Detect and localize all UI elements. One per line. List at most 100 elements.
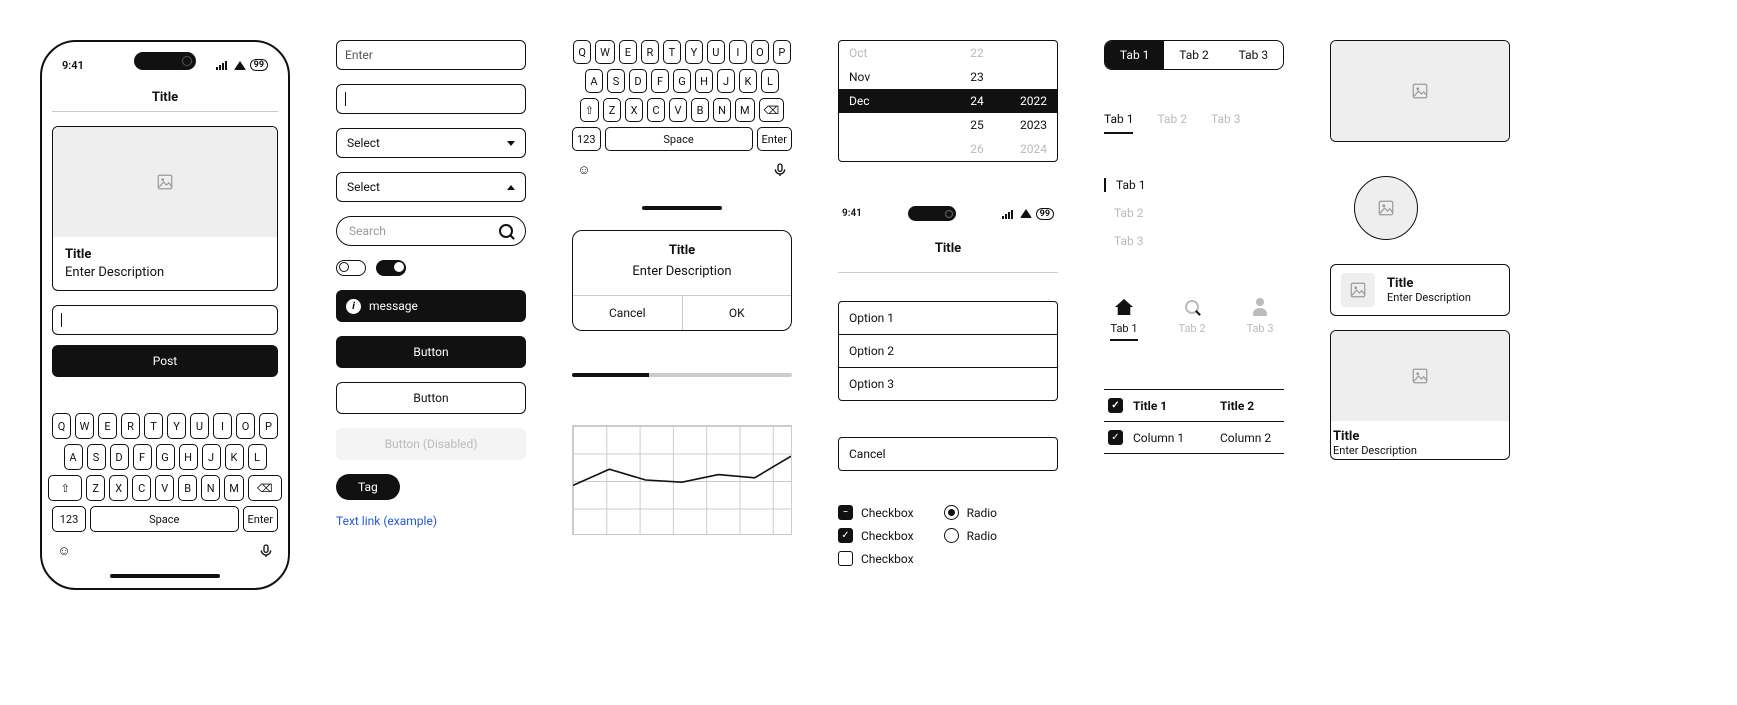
sheet-handle[interactable] [642,206,722,210]
post-button[interactable]: Post [52,345,278,377]
emoji-icon[interactable]: ☺ [54,541,74,561]
tab-profile[interactable]: Tab 3 [1240,296,1280,341]
key-j[interactable]: J [202,444,221,470]
option[interactable]: Option 1 [839,302,1057,335]
key-i[interactable]: I [729,40,747,64]
key-m[interactable]: M [224,475,244,501]
key-m[interactable]: M [735,98,755,122]
date-picker[interactable]: Oct22Nov23Dec242022252023262024 [838,40,1058,162]
key-e[interactable]: E [619,40,637,64]
mic-icon[interactable] [256,541,276,561]
key-l[interactable]: L [761,69,779,93]
text-input[interactable]: Enter [336,40,526,70]
key-a[interactable]: A [64,444,83,470]
secondary-button[interactable]: Button [336,382,526,414]
key-x[interactable]: X [109,475,128,501]
tab[interactable]: Tab 1 [1104,178,1284,192]
key-h[interactable]: H [179,444,198,470]
select-closed[interactable]: Select [336,128,526,158]
space-key[interactable]: Space [90,506,239,532]
checkbox[interactable]: ✓ [1108,430,1123,445]
shift-key[interactable]: ⇧ [580,98,599,122]
checkbox[interactable]: ✓ [1108,398,1123,413]
compose-input[interactable] [52,305,278,335]
key-f[interactable]: F [133,444,152,470]
backspace-key[interactable]: ⌫ [759,98,785,122]
key-g[interactable]: G [673,69,691,93]
key-t[interactable]: T [663,40,681,64]
key-w[interactable]: W [595,40,615,64]
toggle-off[interactable] [336,260,366,276]
key-w[interactable]: W [75,413,94,439]
picker-row[interactable]: Oct22 [839,41,1057,65]
key-n[interactable]: N [713,98,731,122]
list-card[interactable]: Title Enter Description [1330,264,1510,316]
key-b[interactable]: B [691,98,709,122]
key-e[interactable]: E [98,413,117,439]
select-open[interactable]: Select [336,172,526,202]
option[interactable]: Option 3 [839,368,1057,400]
home-bar[interactable] [110,574,220,578]
key-g[interactable]: G [156,444,175,470]
tag-pill[interactable]: Tag [336,474,400,500]
key-s[interactable]: S [87,444,106,470]
key-c[interactable]: C [647,98,665,122]
numbers-key[interactable]: 123 [52,506,86,532]
checkbox-mixed[interactable]: − [838,505,853,520]
media-card[interactable]: Title Enter Description [1330,330,1510,460]
tab[interactable]: Tab 1 [1104,112,1133,134]
checkbox-checked[interactable]: ✓ [838,528,853,543]
tab-search[interactable]: Tab 2 [1172,296,1212,341]
tab[interactable]: Tab 2 [1157,112,1186,134]
table-row[interactable]: ✓ Column 1 Column 2 [1104,422,1284,453]
radio-unselected[interactable] [944,528,959,543]
key-o[interactable]: O [236,413,255,439]
tab[interactable]: Tab 1 [1105,41,1164,69]
key-q[interactable]: Q [573,40,591,64]
key-a[interactable]: A [585,69,603,93]
picker-row[interactable]: Nov23 [839,65,1057,89]
shift-key[interactable]: ⇧ [48,475,82,501]
emoji-icon[interactable]: ☺ [574,160,594,180]
key-z[interactable]: Z [603,98,621,122]
key-j[interactable]: J [717,69,735,93]
key-u[interactable]: U [190,413,209,439]
enter-key[interactable]: Enter [757,127,793,151]
tab[interactable]: Tab 3 [1211,112,1240,134]
key-l[interactable]: L [248,444,267,470]
key-x[interactable]: X [625,98,643,122]
key-r[interactable]: R [641,40,659,64]
checkbox-unchecked[interactable] [838,551,853,566]
key-t[interactable]: T [144,413,163,439]
key-p[interactable]: P [773,40,791,64]
text-input-focused[interactable] [336,84,526,114]
cancel-button[interactable]: Cancel [573,296,683,330]
key-p[interactable]: P [259,413,278,439]
key-f[interactable]: F [651,69,669,93]
key-y[interactable]: Y [167,413,186,439]
primary-button[interactable]: Button [336,336,526,368]
picker-row[interactable]: 262024 [839,137,1057,161]
option[interactable]: Option 2 [839,335,1057,368]
key-d[interactable]: D [629,69,647,93]
key-v[interactable]: V [155,475,174,501]
picker-row[interactable]: 252023 [839,113,1057,137]
backspace-key[interactable]: ⌫ [248,475,282,501]
key-o[interactable]: O [751,40,769,64]
cancel-button[interactable]: Cancel [839,438,1057,470]
tab[interactable]: Tab 3 [1104,234,1284,248]
tab-home[interactable]: Tab 1 [1104,296,1144,341]
toggle-on[interactable] [376,260,406,276]
numbers-key[interactable]: 123 [572,127,601,151]
key-k[interactable]: K [739,69,757,93]
ok-button[interactable]: OK [683,296,792,330]
key-d[interactable]: D [110,444,129,470]
key-i[interactable]: I [213,413,232,439]
key-q[interactable]: Q [52,413,71,439]
text-link[interactable]: Text link (example) [336,514,526,528]
tab[interactable]: Tab 3 [1224,41,1283,69]
key-z[interactable]: Z [86,475,105,501]
mic-icon[interactable] [770,160,790,180]
enter-key[interactable]: Enter [243,506,279,532]
key-n[interactable]: N [201,475,220,501]
